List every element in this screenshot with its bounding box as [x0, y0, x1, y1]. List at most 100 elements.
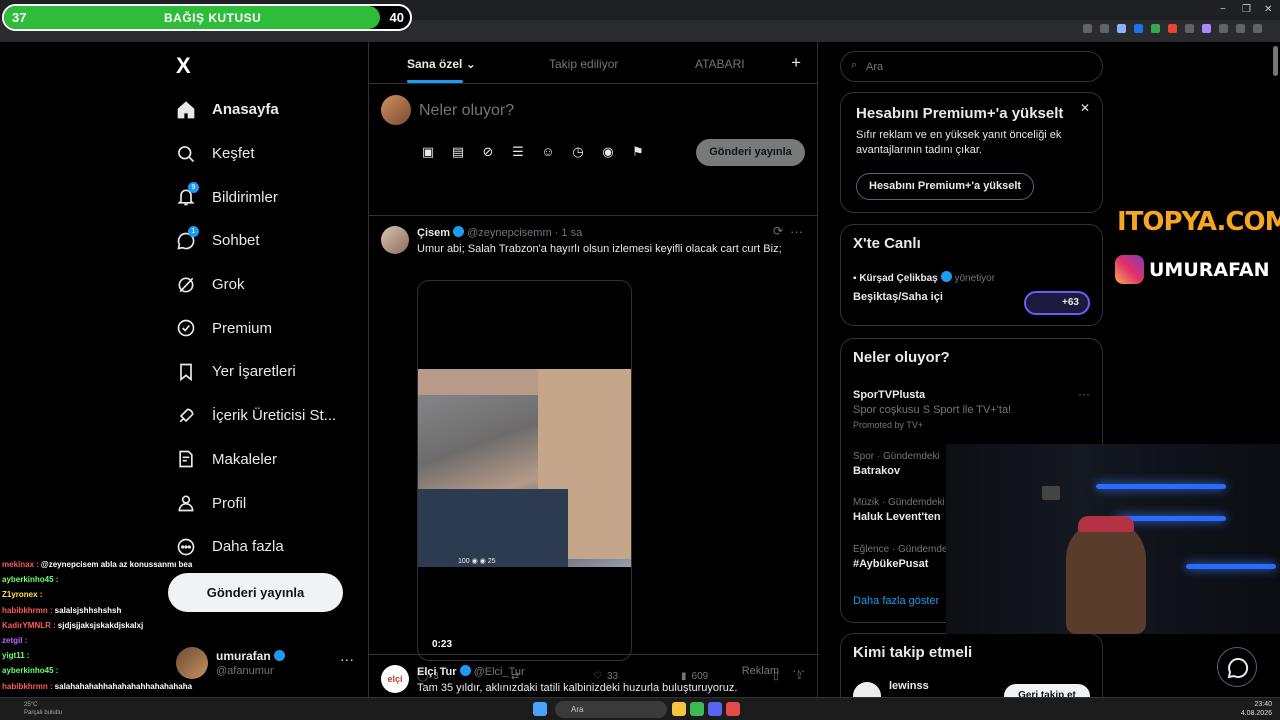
- space-title[interactable]: Beşiktaş/Saha içi: [853, 291, 943, 303]
- tab-following[interactable]: Takip ediliyor: [549, 57, 618, 71]
- game-hud: 100 ◉ ◉ 25: [458, 558, 496, 565]
- x-logo[interactable]: X: [176, 53, 191, 79]
- tab-for-you[interactable]: Sana özel ⌄: [407, 57, 476, 71]
- extension-icon[interactable]: [1151, 24, 1160, 33]
- nav-item-premium[interactable]: Premium: [176, 306, 336, 350]
- chat-username: mekinax :: [2, 560, 39, 569]
- scrollbar[interactable]: [1273, 46, 1278, 76]
- tab-list[interactable]: ATABARI: [695, 57, 745, 71]
- grok-icon[interactable]: ⊘: [479, 144, 497, 162]
- taskbar-icons: [533, 702, 547, 716]
- live-host[interactable]: ▪ Kürşad Çelikbaş yönetiyor: [853, 271, 995, 284]
- gif-icon[interactable]: ▤: [449, 144, 467, 162]
- folder-icon[interactable]: [672, 702, 686, 716]
- trend-item[interactable]: Eğlence · Gündemde #AybükePusat: [853, 544, 948, 570]
- nav-item-home[interactable]: Anasayfa: [176, 88, 336, 132]
- taskbar-search[interactable]: Ara: [555, 701, 667, 718]
- trend-item[interactable]: Müzik · Gündemdeki Haluk Levent'ten: [853, 497, 945, 523]
- trend-name: Haluk Levent'ten: [853, 511, 941, 523]
- compose-post-button[interactable]: Gönderi yayınla: [696, 139, 805, 166]
- maximize-icon[interactable]: ❐: [1242, 4, 1251, 15]
- zoom-icon[interactable]: [1083, 24, 1092, 33]
- image-icon[interactable]: ▣: [419, 144, 437, 162]
- tweet-time[interactable]: · 1 sa: [555, 227, 583, 239]
- nav-item-articles[interactable]: Makaleler: [176, 438, 336, 482]
- star-icon[interactable]: [1117, 24, 1126, 33]
- more-circle-icon: [177, 538, 195, 556]
- host-role: yönetiyor: [954, 273, 996, 284]
- search-box[interactable]: ⌕ Ara: [840, 51, 1103, 82]
- listeners-pill[interactable]: +63: [1024, 291, 1090, 315]
- more-icon[interactable]: ···: [340, 651, 354, 667]
- verified-icon: [177, 319, 195, 337]
- emoji-icon[interactable]: ☺: [539, 144, 557, 162]
- compose-toolbar: ▣ ▤ ⊘ ☰ ☺ ◷ ◉ ⚑: [419, 144, 647, 162]
- minimize-icon[interactable]: −: [1220, 4, 1226, 15]
- discord-icon[interactable]: [708, 702, 722, 716]
- close-icon[interactable]: ✕: [1080, 101, 1090, 115]
- trend-item[interactable]: SporTVPlusta Spor coşkusu S Sport ile TV…: [853, 386, 1011, 430]
- location-icon[interactable]: ◉: [599, 144, 617, 162]
- search-input[interactable]: Ara: [866, 61, 883, 73]
- more-icon[interactable]: ···: [790, 224, 803, 239]
- messages-fab[interactable]: [1217, 647, 1257, 687]
- windows-start-icon[interactable]: [533, 702, 547, 716]
- nav-item-chat[interactable]: 1 Sohbet: [176, 219, 336, 263]
- avatar[interactable]: elçi: [381, 665, 409, 693]
- poll-icon[interactable]: ☰: [509, 144, 527, 162]
- video-frame: 100 ◉ ◉ 25: [418, 369, 631, 567]
- nav-item-explore[interactable]: Keşfet: [176, 132, 336, 176]
- video-ground: [418, 489, 568, 567]
- nav-item-notifications[interactable]: 9 Bildirimler: [176, 175, 336, 219]
- system-clock[interactable]: 23:40 4.08.2026: [1241, 700, 1272, 718]
- compose-input[interactable]: Neler oluyor?: [419, 102, 514, 120]
- verified-badge-icon: [453, 226, 465, 237]
- tweet-handle[interactable]: @Elci_Tur: [474, 666, 525, 678]
- tweet-author[interactable]: Çisem: [417, 227, 450, 239]
- profile-icon[interactable]: [1236, 24, 1245, 33]
- obs-icon[interactable]: [726, 702, 740, 716]
- chat-message: habibkhrmn : salalsjshhshshsh: [2, 603, 312, 618]
- menu-icon[interactable]: [1253, 24, 1262, 33]
- rocket-icon: [179, 408, 194, 423]
- extension-icon[interactable]: [1134, 24, 1143, 33]
- host-name: Kürşad Çelikbaş: [859, 273, 938, 284]
- taskbar-apps: [672, 702, 740, 716]
- extension-icon[interactable]: [1168, 24, 1177, 33]
- cast-icon[interactable]: [1100, 24, 1109, 33]
- avatar[interactable]: [381, 226, 409, 254]
- extension-icon[interactable]: [1202, 24, 1211, 33]
- nav-label: Makaleler: [212, 450, 278, 468]
- flag-icon[interactable]: ⚑: [629, 144, 647, 162]
- extension-icon[interactable]: [1185, 24, 1194, 33]
- more-icon[interactable]: ···: [792, 663, 805, 678]
- puzzle-icon[interactable]: [1219, 24, 1228, 33]
- tweet-author[interactable]: Elçi Tur: [417, 666, 457, 678]
- close-icon[interactable]: ✕: [1264, 4, 1272, 15]
- schedule-icon[interactable]: ◷: [569, 144, 587, 162]
- chrome-icon[interactable]: [690, 702, 704, 716]
- chat-text: salalsjshhshshsh: [54, 605, 122, 615]
- trend-item[interactable]: Spor · Gündemdeki Batrakov: [853, 451, 940, 477]
- grok-icon[interactable]: ⟳: [773, 224, 783, 238]
- tweet-text: Umur abi; Salah Trabzon'a hayırlı olsun …: [417, 243, 782, 255]
- nav-item-creator-studio[interactable]: İçerik Üreticisi St...: [176, 394, 336, 438]
- trend-category: Spor · Gündemdeki: [853, 451, 940, 462]
- nav-item-grok[interactable]: Grok: [176, 263, 336, 307]
- tweet-video[interactable]: 100 ◉ ◉ 25 0:23: [417, 280, 632, 661]
- weather-widget[interactable]: 25°C Parçalı bulutlu: [24, 701, 62, 717]
- show-more-link[interactable]: Daha fazla göster: [853, 595, 939, 607]
- verified-badge-icon: [459, 665, 471, 676]
- nav-label: Bildirimler: [212, 188, 278, 206]
- follow-suggestion-name[interactable]: lewinss: [889, 680, 929, 692]
- premium-upgrade-button[interactable]: Hesabını Premium+'a yükselt: [856, 173, 1035, 200]
- nav-item-bookmarks[interactable]: Yer İşaretleri: [176, 350, 336, 394]
- more-icon[interactable]: ···: [1078, 387, 1090, 401]
- add-tab-icon[interactable]: +: [791, 53, 801, 73]
- nav-label: Daha fazla: [212, 538, 284, 556]
- tweet-text: Tam 35 yıldır, aklınızdaki tatili kalbin…: [417, 682, 738, 694]
- live-title: X'te Canlı: [853, 235, 921, 252]
- trend-name: #AybükePusat: [853, 558, 929, 570]
- tweet-handle[interactable]: @zeynepcisemm: [467, 227, 552, 239]
- nav-item-profile[interactable]: Profil: [176, 481, 336, 525]
